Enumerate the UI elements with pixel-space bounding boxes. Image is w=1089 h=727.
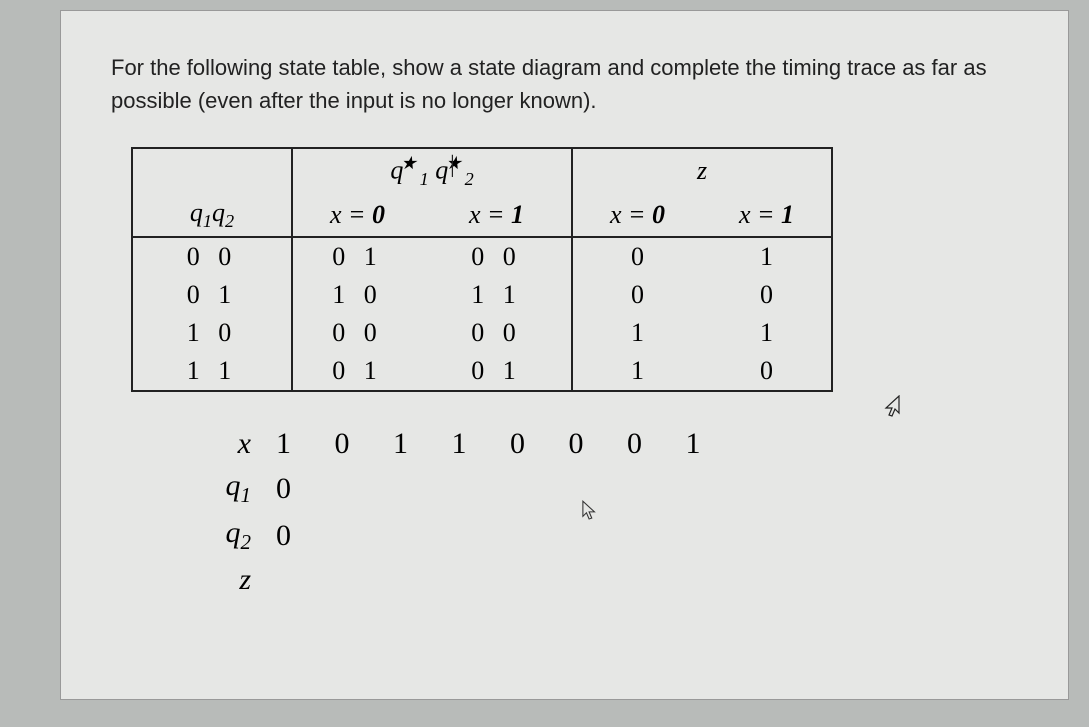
cell-z0: 1 — [572, 314, 702, 352]
cell-state: 0 1 — [132, 276, 292, 314]
table-row: 1 1 0 1 0 1 1 0 — [132, 352, 832, 391]
state-table: q★1 q★2 z q1q2 x = 0 x = 1 x = 0 x = 1 0… — [131, 147, 833, 392]
cell-z1: 0 — [702, 276, 832, 314]
header-output: z — [572, 148, 832, 194]
cursor-icon — [882, 395, 900, 425]
trace-values-q2: 0 — [276, 519, 309, 553]
trace-values-q1: 0 — [276, 472, 309, 506]
header-next-state: q★1 q★2 — [292, 148, 572, 194]
cell-z0: 1 — [572, 352, 702, 391]
trace-label-z: z — [221, 563, 276, 597]
cell-z0: 0 — [572, 276, 702, 314]
header-ns-x1: x = 1 — [422, 194, 572, 237]
header-ns-x0: x = 0 — [292, 194, 422, 237]
state-table-container: q★1 q★2 z q1q2 x = 0 x = 1 x = 0 x = 1 0… — [131, 147, 1018, 392]
trace-row-z: z — [221, 563, 1018, 597]
cursor-icon — [582, 500, 598, 528]
cell-state: 0 0 — [132, 237, 292, 276]
cell-ns0: 0 0 — [292, 314, 422, 352]
problem-page: For the following state table, show a st… — [60, 10, 1069, 700]
cell-z0: 0 — [572, 237, 702, 276]
cell-ns1: 0 0 — [422, 237, 572, 276]
header-empty — [132, 148, 292, 194]
trace-row-x: x 1 0 1 1 0 0 0 1 — [221, 427, 1018, 461]
trace-values-x: 1 0 1 1 0 0 0 1 — [276, 427, 719, 461]
cell-ns1: 0 1 — [422, 352, 572, 391]
instruction-text: For the following state table, show a st… — [111, 51, 1018, 117]
trace-label-q1: q1 — [221, 469, 276, 508]
cell-ns1: 0 0 — [422, 314, 572, 352]
text-cursor-icon: | — [450, 152, 455, 179]
timing-trace: x 1 0 1 1 0 0 0 1 q1 0 q2 0 z — [221, 427, 1018, 597]
header-state-label: q1q2 — [132, 194, 292, 237]
cell-ns0: 0 1 — [292, 237, 422, 276]
header-z-x0: x = 0 — [572, 194, 702, 237]
cell-z1: 0 — [702, 352, 832, 391]
cell-ns0: 0 1 — [292, 352, 422, 391]
cell-ns1: 1 1 — [422, 276, 572, 314]
table-row: 1 0 0 0 0 0 1 1 — [132, 314, 832, 352]
trace-label-q2: q2 — [221, 516, 276, 555]
cell-z1: 1 — [702, 314, 832, 352]
trace-row-q2: q2 0 — [221, 516, 1018, 555]
cell-state: 1 0 — [132, 314, 292, 352]
table-row: 0 0 0 1 0 0 0 1 — [132, 237, 832, 276]
cell-z1: 1 — [702, 237, 832, 276]
trace-label-x: x — [221, 427, 276, 461]
table-row: 0 1 1 0 1 1 0 0 — [132, 276, 832, 314]
cell-state: 1 1 — [132, 352, 292, 391]
trace-row-q1: q1 0 — [221, 469, 1018, 508]
cell-ns0: 1 0 — [292, 276, 422, 314]
header-z-x1: x = 1 — [702, 194, 832, 237]
